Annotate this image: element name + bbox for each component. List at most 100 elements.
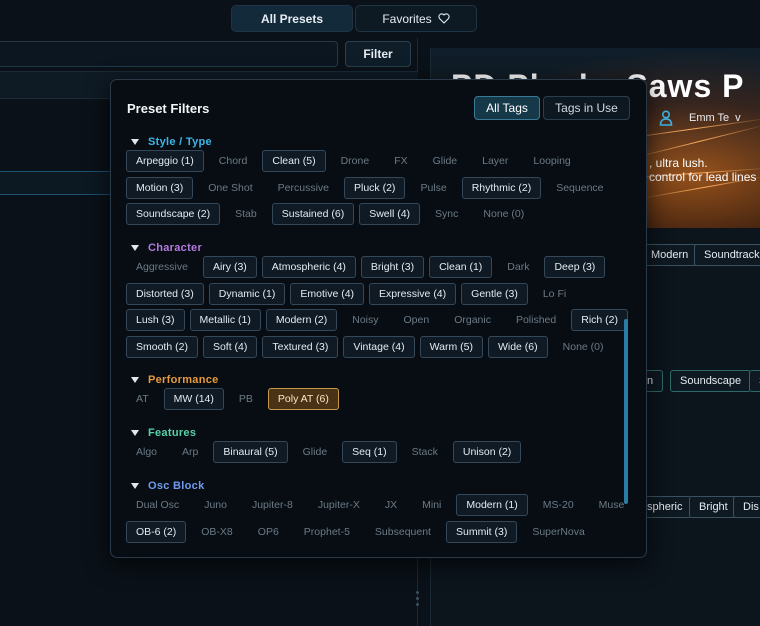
- filter-tag[interactable]: Bright (3): [360, 256, 425, 278]
- filter-tag[interactable]: Sync: [425, 203, 468, 225]
- filter-tag[interactable]: Looping: [523, 150, 580, 172]
- filter-tag[interactable]: OB-X8: [191, 521, 243, 543]
- filter-tag[interactable]: Organic: [444, 309, 501, 331]
- filter-tag[interactable]: OB-6 (2): [126, 520, 187, 543]
- filter-tag[interactable]: Glide: [423, 150, 468, 172]
- filter-tag[interactable]: SuperNova: [522, 521, 595, 543]
- filter-tag[interactable]: Seq (1): [342, 441, 397, 463]
- filter-tag[interactable]: Summit (3): [445, 520, 518, 543]
- filter-tag[interactable]: Open: [394, 309, 440, 331]
- chevron-down-icon: v: [735, 112, 741, 124]
- all-tags-toggle[interactable]: All Tags: [474, 96, 540, 120]
- filter-tag[interactable]: OP6: [248, 521, 289, 543]
- filter-tag[interactable]: Polished: [506, 309, 566, 331]
- detail-tag[interactable]: Dis: [733, 496, 760, 518]
- filter-tag[interactable]: Jupiter-8: [242, 494, 303, 516]
- filter-tag[interactable]: Airy (3): [202, 256, 257, 278]
- filter-tag[interactable]: Stab: [225, 203, 267, 225]
- section-header-features[interactable]: Features: [131, 427, 196, 439]
- filter-tag[interactable]: Percussive: [268, 177, 339, 199]
- filter-tag[interactable]: Sustained (6): [271, 203, 355, 225]
- filter-tag[interactable]: Lush (3): [126, 309, 185, 331]
- detail-tag[interactable]: Modern: [641, 244, 699, 266]
- filter-tag[interactable]: Soft (4): [202, 335, 258, 358]
- section-header-osc-block[interactable]: Osc Block: [131, 480, 205, 492]
- filter-tag[interactable]: Unison (2): [452, 441, 522, 463]
- filter-button[interactable]: Filter: [345, 41, 411, 67]
- filter-tag[interactable]: Drone: [331, 150, 380, 172]
- preset-description: , ultra lush. control for lead lines: [649, 156, 756, 184]
- filter-tag[interactable]: AT: [126, 388, 159, 410]
- resize-handle[interactable]: [416, 591, 419, 611]
- detail-tag[interactable]: Soundtrack: [694, 244, 760, 266]
- caret-down-icon: [131, 483, 139, 489]
- detail-tag[interactable]: Bright: [689, 496, 738, 518]
- filter-tag[interactable]: MW (14): [163, 388, 224, 410]
- filter-tag[interactable]: Aggressive: [126, 256, 198, 278]
- filter-tag[interactable]: None (0): [553, 336, 614, 358]
- filter-tag[interactable]: None (0): [473, 203, 534, 225]
- filter-tag[interactable]: Gentle (3): [461, 282, 528, 305]
- filter-tag[interactable]: Lo Fi: [533, 283, 576, 305]
- caret-down-icon: [131, 245, 139, 251]
- tab-all-presets[interactable]: All Presets: [231, 5, 353, 32]
- filter-tag[interactable]: Chord: [209, 150, 258, 172]
- filter-tag[interactable]: Warm (5): [419, 335, 483, 358]
- filter-tag[interactable]: Rhythmic (2): [461, 176, 542, 199]
- filter-tag[interactable]: Clean (1): [429, 256, 493, 278]
- tab-favorites[interactable]: Favorites: [355, 5, 477, 32]
- filter-tag[interactable]: Noisy: [342, 309, 388, 331]
- filter-tag[interactable]: Motion (3): [126, 176, 194, 199]
- filter-tag[interactable]: Jupiter-X: [308, 494, 370, 516]
- filter-tag[interactable]: Modern (2): [265, 309, 338, 331]
- tab-all-presets-label: All Presets: [260, 11, 324, 26]
- filter-tag[interactable]: Swell (4): [359, 203, 421, 225]
- filter-tag[interactable]: MS-20: [533, 494, 584, 516]
- filter-tag[interactable]: Mini: [412, 494, 451, 516]
- filter-tag[interactable]: Pulse: [410, 177, 456, 199]
- filter-tag[interactable]: Pluck (2): [344, 176, 406, 199]
- search-input[interactable]: [0, 41, 338, 67]
- detail-tag[interactable]: Soundscape: [670, 370, 752, 392]
- filter-tag[interactable]: Deep (3): [544, 256, 606, 278]
- filter-tag[interactable]: JX: [375, 494, 407, 516]
- filter-tag[interactable]: Expressive (4): [369, 282, 457, 305]
- filter-tag[interactable]: Modern (1): [456, 494, 528, 516]
- filter-tag[interactable]: PB: [229, 388, 263, 410]
- filter-tag[interactable]: Arp: [172, 441, 208, 463]
- detail-tag[interactable]: S: [749, 370, 760, 392]
- section-header-performance[interactable]: Performance: [131, 374, 219, 386]
- filter-tag[interactable]: Binaural (5): [213, 441, 288, 463]
- filter-tag[interactable]: Glide: [293, 441, 338, 463]
- filter-tag[interactable]: FX: [384, 150, 417, 172]
- scrollbar[interactable]: [624, 319, 628, 504]
- section-header-character[interactable]: Character: [131, 242, 202, 254]
- filter-tag[interactable]: Sequence: [546, 177, 613, 199]
- tags-in-use-toggle[interactable]: Tags in Use: [543, 96, 630, 120]
- filter-tag[interactable]: Wide (6): [487, 335, 548, 358]
- filter-tag[interactable]: Distorted (3): [126, 282, 204, 305]
- filter-tag[interactable]: Poly AT (6): [267, 388, 339, 410]
- filter-tag[interactable]: Dark: [497, 256, 539, 278]
- filter-tag[interactable]: Arpeggio (1): [126, 150, 204, 172]
- filter-tag[interactable]: Textured (3): [262, 335, 339, 358]
- filter-tag[interactable]: Clean (5): [262, 150, 326, 172]
- filter-tag[interactable]: Rich (2): [571, 309, 628, 331]
- section-header-style-type[interactable]: Style / Type: [131, 136, 212, 148]
- filter-tag[interactable]: Atmospheric (4): [261, 256, 356, 278]
- filter-tag[interactable]: Smooth (2): [126, 335, 198, 358]
- filter-tag[interactable]: Dynamic (1): [208, 282, 286, 305]
- filter-tag[interactable]: One Shot: [198, 177, 262, 199]
- filter-tag[interactable]: Soundscape (2): [126, 203, 221, 225]
- filter-tag[interactable]: Vintage (4): [343, 335, 415, 358]
- filter-tag[interactable]: Algo: [126, 441, 167, 463]
- filter-tag[interactable]: Layer: [472, 150, 518, 172]
- filter-tag[interactable]: Prophet-5: [294, 521, 360, 543]
- filter-tag[interactable]: Subsequent: [365, 521, 441, 543]
- filter-tag[interactable]: Emotive (4): [290, 282, 365, 305]
- filter-tag[interactable]: Dual Osc: [126, 494, 189, 516]
- filter-tag[interactable]: Juno: [194, 494, 237, 516]
- filter-tag[interactable]: Stack: [402, 441, 448, 463]
- author-selector[interactable]: Emm Te v: [659, 110, 741, 126]
- filter-tag[interactable]: Metallic (1): [189, 309, 261, 331]
